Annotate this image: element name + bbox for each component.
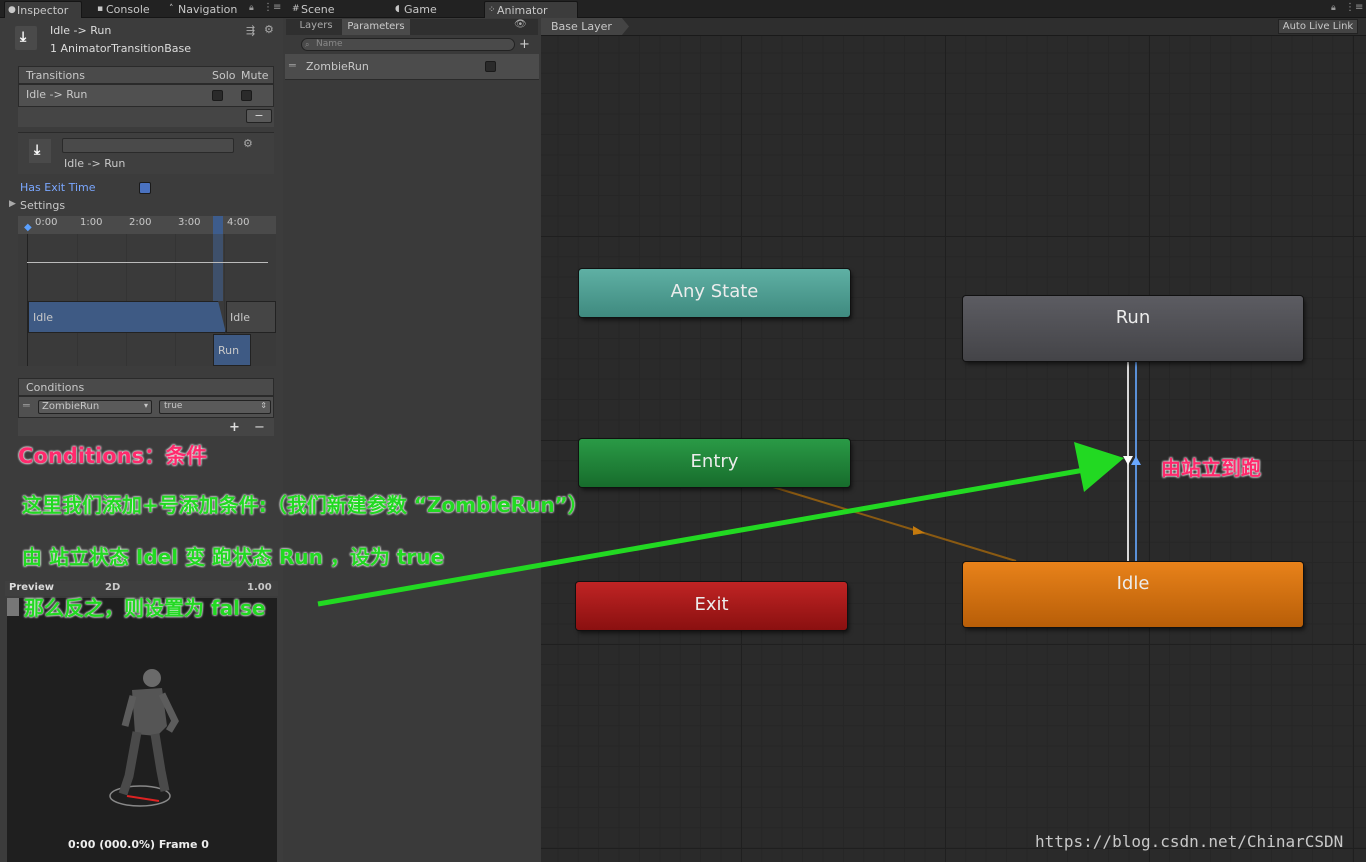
annotation-conditions: Conditions：条件	[18, 444, 208, 468]
annotation-idle-to-run: 由站立到跑	[1161, 456, 1261, 480]
annotation-set-true: 由 站立状态 Idel 变 跑状态 Run ，设为 true	[22, 545, 445, 569]
annotation-add-condition: 这里我们添加+号添加条件:（我们新建参数 “ZombieRun”）	[22, 493, 588, 517]
annotation-set-false: 那么反之，则设置为 false	[24, 596, 266, 620]
green-arrow-annotation	[317, 442, 1124, 607]
watermark: https://blog.csdn.net/ChinarCSDN	[1035, 832, 1344, 851]
